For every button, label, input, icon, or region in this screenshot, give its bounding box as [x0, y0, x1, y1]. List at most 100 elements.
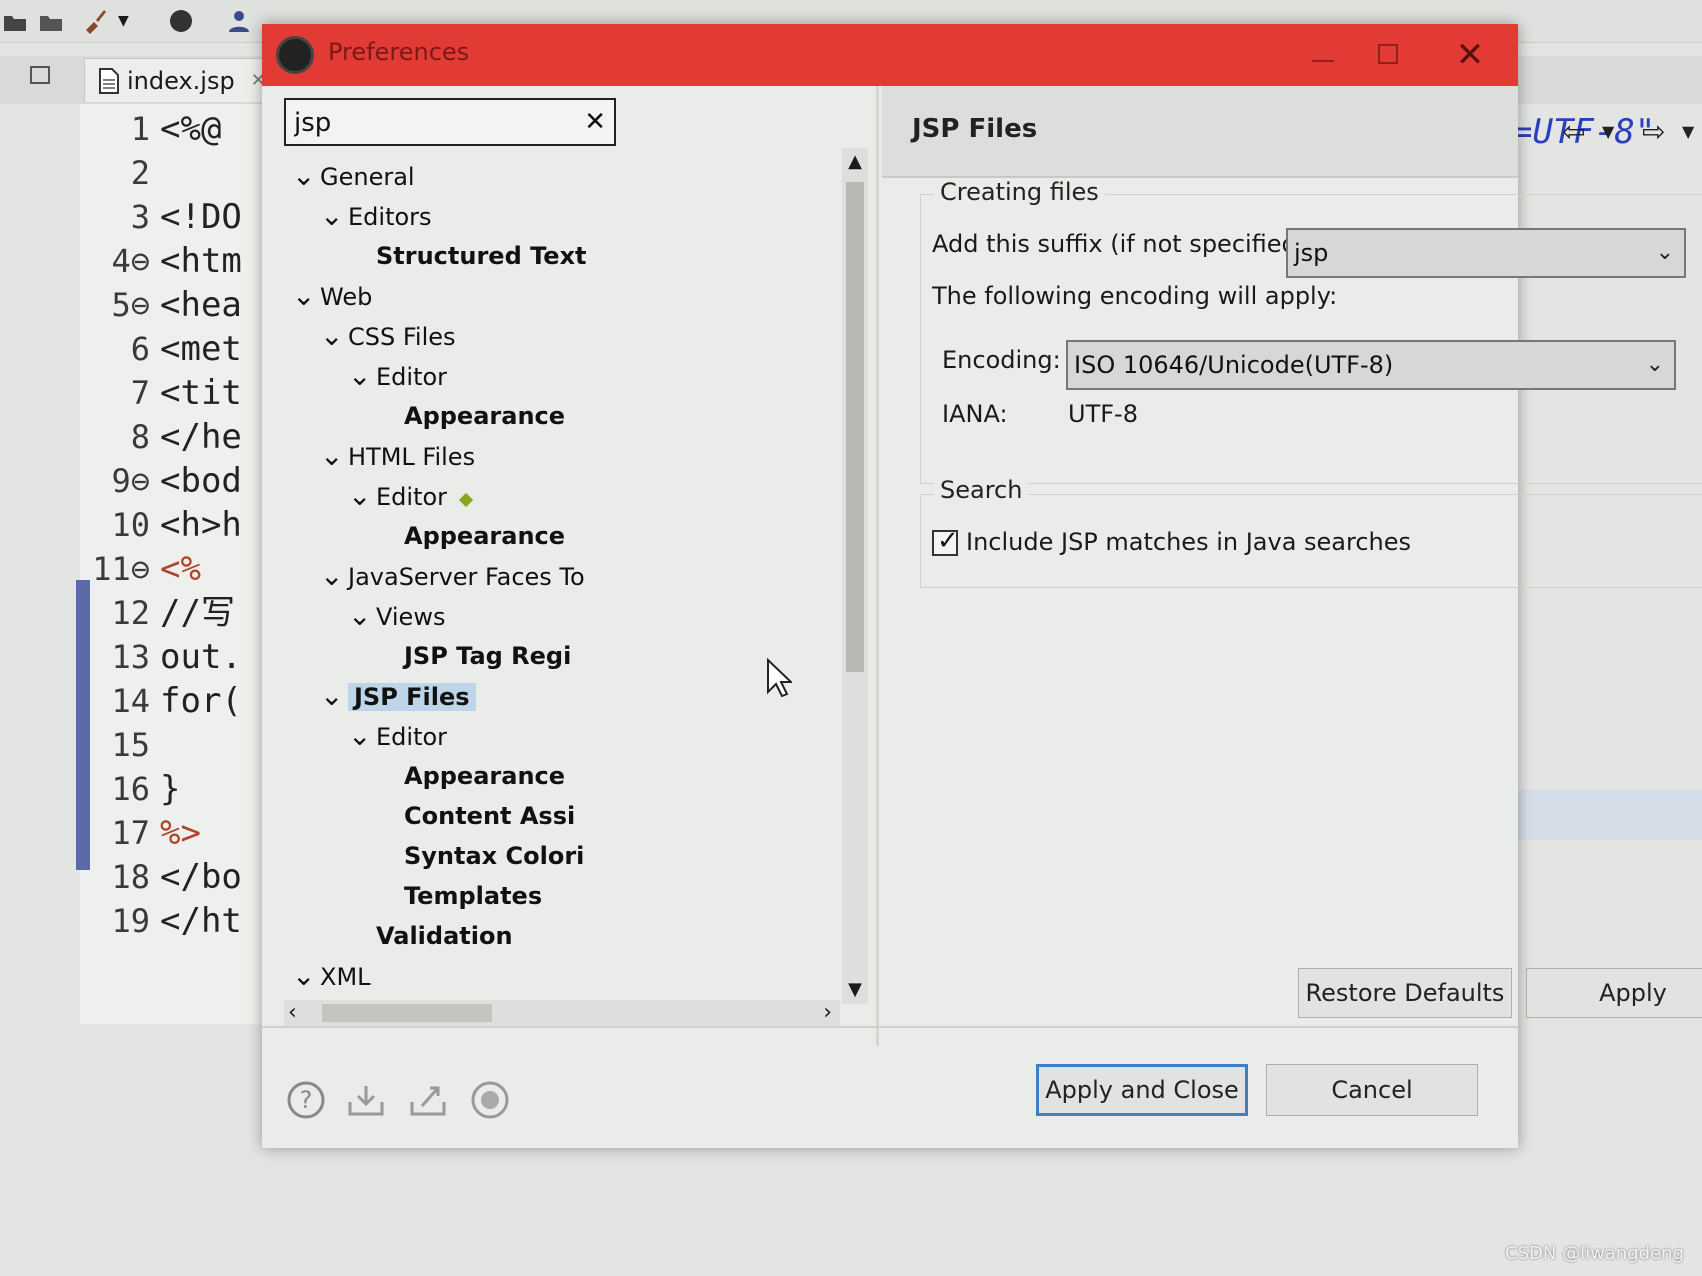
code-line[interactable]: 12 //写 [80, 590, 270, 636]
tree-item[interactable]: ⌄ XML [292, 958, 371, 992]
tree-item[interactable]: ⌄ JSP Files [320, 678, 476, 714]
tree-item[interactable]: ⌄ Editor [348, 718, 447, 754]
tree-item-label: Syntax Colori [404, 842, 585, 870]
tree-item[interactable]: ⌄ CSS Files [320, 318, 456, 354]
iana-value: UTF-8 [1068, 400, 1138, 428]
open-folder-icon[interactable] [2, 8, 28, 34]
filter-input[interactable] [292, 104, 576, 142]
back-menu-icon[interactable]: ▼ [1602, 116, 1614, 148]
search-title: Search [934, 476, 1029, 504]
code-line[interactable]: 14 for( [80, 678, 270, 724]
tree-item[interactable]: ⌄ JavaServer Faces To [320, 558, 585, 594]
tree-horizontal-scrollbar[interactable]: ‹ › [284, 1000, 840, 1026]
brush-icon[interactable] [82, 8, 108, 34]
chevron-down-icon[interactable]: ⌄ [320, 678, 348, 714]
import-icon[interactable] [346, 1080, 386, 1120]
code-line[interactable]: 13 out. [80, 634, 270, 680]
chevron-down-icon[interactable]: ⌄ [320, 318, 348, 354]
chevron-down-icon[interactable]: ⌄ [348, 718, 376, 754]
tree-item[interactable]: ⌄ Editor [348, 358, 447, 394]
tree-item[interactable]: ⌄ Web [292, 278, 372, 314]
chevron-down-icon[interactable]: ⌄ [292, 278, 320, 314]
code-line[interactable]: 16} [80, 766, 270, 812]
folder-icon[interactable] [38, 8, 64, 34]
tree-item[interactable]: ⌄ HTML Files [320, 438, 475, 474]
code-line[interactable]: 19 </ht [80, 898, 270, 944]
chevron-down-icon[interactable]: ⌄ [292, 158, 320, 194]
tree-item[interactable]: Syntax Colori [404, 838, 584, 874]
forward-arrow-icon[interactable]: ⇨ [1642, 116, 1665, 148]
chevron-down-icon[interactable]: ⌄ [348, 478, 376, 514]
line-number: 9⊖ [111, 462, 150, 500]
scroll-right-icon[interactable]: › [823, 1000, 832, 1026]
scroll-thumb[interactable] [846, 182, 864, 672]
tree-item[interactable]: ⌄ Views [348, 598, 445, 634]
tree-item[interactable]: Content Assi [404, 798, 575, 834]
code-line[interactable]: 2 [80, 150, 270, 196]
apply-and-close-button[interactable]: Apply and Close [1036, 1064, 1248, 1116]
tree-item[interactable]: ⌄ Editor [348, 478, 474, 514]
tree-item[interactable]: Structured Text [376, 238, 587, 274]
chevron-down-icon[interactable]: ⌄ [348, 598, 376, 634]
editor-tab-index-jsp[interactable]: index.jsp ✕ [84, 58, 270, 102]
code-line[interactable]: 9⊖ <bod [80, 458, 270, 504]
user-icon[interactable] [226, 8, 252, 34]
code-line[interactable]: 15 [80, 722, 270, 768]
forward-menu-icon[interactable]: ▼ [1682, 116, 1694, 148]
suffix-combo[interactable]: jsp ⌄ [1286, 228, 1686, 278]
chevron-down-icon[interactable]: ⌄ [292, 958, 320, 992]
chevron-down-icon[interactable]: ⌄ [348, 358, 376, 394]
code-line[interactable]: 3 <!DO [80, 194, 270, 240]
export-icon[interactable] [408, 1080, 448, 1120]
restore-defaults-button[interactable]: Restore Defaults [1298, 968, 1512, 1018]
scroll-down-icon[interactable]: ▼ [842, 976, 868, 1004]
chevron-down-icon[interactable]: ⌄ [320, 438, 348, 474]
code-line[interactable]: 7 <tit [80, 370, 270, 416]
code-line[interactable]: 6 <met [80, 326, 270, 372]
tree-item[interactable]: JSP Tag Regi [404, 638, 571, 674]
maximize-button[interactable] [1358, 34, 1418, 76]
code-line[interactable]: 1 <%@ [80, 106, 270, 152]
code-line[interactable]: 4⊖ <htm [80, 238, 270, 284]
tree-item[interactable]: Templates [404, 878, 542, 914]
code-line[interactable]: 10 <h>h [80, 502, 270, 548]
scroll-left-icon[interactable]: ‹ [288, 1000, 297, 1026]
help-icon[interactable]: ? [286, 1080, 326, 1120]
tree-item-label: Web [320, 283, 373, 311]
code-text: <% [160, 549, 201, 589]
clear-filter-icon[interactable]: ✕ [584, 104, 606, 140]
close-button[interactable]: ✕ [1440, 34, 1500, 76]
code-line[interactable]: 8 </he [80, 414, 270, 460]
tree-vertical-scrollbar[interactable]: ▲ ▼ [842, 148, 868, 1004]
code-line[interactable]: 17 %> [80, 810, 270, 856]
tree-item[interactable]: Appearance [404, 758, 565, 794]
include-jsp-label[interactable]: Include JSP matches in Java searches [966, 528, 1411, 556]
scroll-thumb-horizontal[interactable] [322, 1004, 492, 1022]
dialog-titlebar[interactable]: Preferences ✕ [262, 24, 1518, 86]
encoding-combo[interactable]: ISO 10646/Unicode(UTF-8) ⌄ [1066, 340, 1676, 390]
minimize-button[interactable] [1292, 34, 1352, 76]
cancel-button[interactable]: Cancel [1266, 1064, 1478, 1116]
record-icon[interactable] [470, 1080, 510, 1120]
minimize-view-icon[interactable] [30, 66, 50, 84]
tree-item-label: XML [320, 963, 371, 991]
chevron-down-icon[interactable]: ▼ [118, 8, 144, 34]
chevron-down-icon[interactable]: ⌄ [320, 558, 348, 594]
code-line[interactable]: 18 </bo [80, 854, 270, 900]
globe-icon[interactable] [168, 8, 194, 34]
tree-item[interactable]: Validation [376, 918, 513, 954]
chevron-down-icon[interactable]: ⌄ [320, 198, 348, 234]
code-line[interactable]: 5⊖ <hea [80, 282, 270, 328]
panel-sash[interactable] [876, 86, 879, 1046]
tree-item[interactable]: ⌄ General [292, 158, 415, 194]
tree-item[interactable]: ⌄ Editors [320, 198, 432, 234]
scroll-up-icon[interactable]: ▲ [842, 148, 868, 176]
code-line[interactable]: 11⊖ <% [80, 546, 270, 592]
tree-item-label: Structured Text [376, 242, 587, 270]
apply-button[interactable]: Apply [1526, 968, 1702, 1018]
tree-item[interactable]: Appearance [404, 518, 565, 554]
code-editor[interactable]: 1 <%@ 2 3 <!DO 4⊖ <htm 5⊖ <hea 6 <met 7 <tit 8 </he 9⊖ <… [80, 104, 270, 1024]
tree-item[interactable]: Appearance [404, 398, 565, 434]
back-arrow-icon[interactable]: ⇦ [1562, 116, 1585, 148]
include-jsp-checkbox[interactable]: ✓ [932, 526, 959, 556]
